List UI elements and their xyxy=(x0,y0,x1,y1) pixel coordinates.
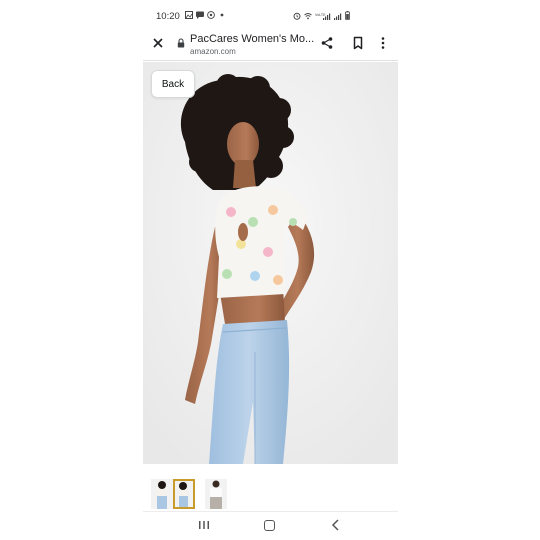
message-icon xyxy=(196,11,204,19)
volte-signal-icon: VoLTE xyxy=(315,13,331,20)
status-time: 10:20 xyxy=(156,11,180,22)
thumbnail-3[interactable] xyxy=(205,479,227,509)
thumbnail-strip xyxy=(143,476,398,512)
signal-icon xyxy=(334,13,342,20)
wifi-icon xyxy=(304,12,312,19)
dot-icon xyxy=(220,13,224,17)
recents-icon[interactable] xyxy=(198,520,210,530)
alarm-icon xyxy=(293,12,301,20)
lock-icon xyxy=(177,38,185,48)
whatsapp-icon xyxy=(207,11,215,19)
toolbar-divider xyxy=(143,60,398,61)
status-left-icons xyxy=(185,11,226,19)
back-button[interactable]: Back xyxy=(151,70,195,98)
status-bar: 10:20 VoLTE xyxy=(143,0,398,30)
model-photo xyxy=(143,62,398,464)
phone-screen: 10:20 VoLTE PacCares Women's Mo... amazo… xyxy=(143,0,398,540)
custom-tab-toolbar: PacCares Women's Mo... amazon.com xyxy=(143,30,398,60)
product-image[interactable]: Back xyxy=(143,62,398,464)
back-icon[interactable] xyxy=(331,519,341,531)
share-icon[interactable] xyxy=(320,36,334,50)
page-url: amazon.com xyxy=(190,47,236,56)
thumbnail-1-image xyxy=(151,479,173,509)
status-right-icons: VoLTE xyxy=(293,11,350,20)
more-vert-icon[interactable] xyxy=(379,36,387,50)
volte-label: VoLTE xyxy=(315,13,326,17)
battery-icon xyxy=(345,11,350,20)
thumbnail-2-image xyxy=(175,481,193,507)
thumbnail-2[interactable] xyxy=(173,479,195,509)
android-nav-bar xyxy=(143,512,398,540)
thumbnail-3-image xyxy=(205,479,227,509)
home-icon[interactable] xyxy=(264,520,275,531)
close-icon[interactable] xyxy=(151,36,165,50)
thumbnail-1[interactable] xyxy=(151,479,173,509)
bookmark-icon[interactable] xyxy=(351,36,365,50)
page-title: PacCares Women's Mo... xyxy=(190,33,315,45)
gallery-icon xyxy=(185,11,193,19)
